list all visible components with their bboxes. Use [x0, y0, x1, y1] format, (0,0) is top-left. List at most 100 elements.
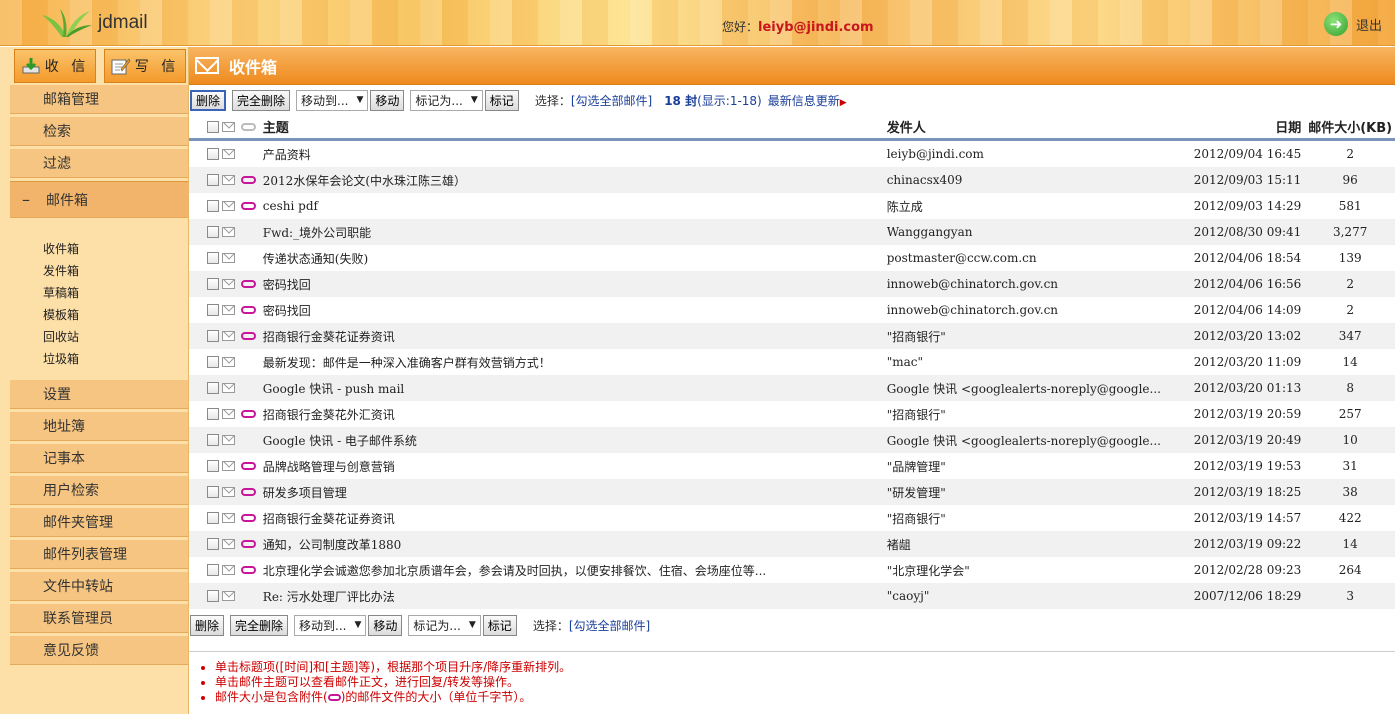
row-checkbox[interactable] [206, 538, 219, 550]
row-subject[interactable]: 传递状态通知(失败) [259, 250, 887, 267]
column-size[interactable]: 邮件大小(KB) [1305, 117, 1395, 136]
table-row[interactable]: 2012水保年会论文(中水珠江陈三雄） chinacsx409 2012/09/03… [189, 167, 1395, 193]
refresh-link[interactable]: 最新信息更新▶ [768, 92, 847, 109]
sidebar-item-address-book[interactable]: 地址簿 [10, 412, 188, 441]
receive-button[interactable]: 收 信 [14, 49, 96, 83]
table-row[interactable]: 最新发现：邮件是一种深入准确客户群有效营销方式！ "mac" 2012/03/20 … [189, 349, 1395, 375]
row-checkbox[interactable] [206, 252, 219, 264]
mailboxes-label: 邮件箱 [46, 192, 88, 209]
folder-sent[interactable]: 发件箱 [43, 260, 188, 282]
row-checkbox[interactable] [206, 434, 219, 446]
row-checkbox[interactable] [206, 408, 219, 420]
row-subject[interactable]: 招商银行金葵花证券资讯 [259, 510, 887, 527]
move-to-select[interactable]: 移动到... ▼ [296, 89, 369, 111]
table-row[interactable]: 密码找回 innoweb@chinatorch.gov.cn 2012/04/06 … [189, 271, 1395, 297]
row-subject[interactable]: Google 快讯 - push mail [259, 380, 887, 397]
sidebar-item-folder-admin[interactable]: 邮件夹管理 [10, 508, 188, 537]
row-checkbox[interactable] [206, 174, 219, 186]
column-subject[interactable]: 主题 [259, 117, 887, 136]
sidebar-item-contact-admin[interactable]: 联系管理员 [10, 604, 188, 633]
row-subject[interactable]: Re: 污水处理厂评比办法 [259, 588, 887, 605]
row-subject[interactable]: 招商银行金葵花外汇资讯 [259, 406, 887, 423]
table-row[interactable]: 产品资料 leiyb@jindi.com 2012/09/04 16:45 2 [189, 141, 1395, 167]
row-subject[interactable]: Fwd:_境外公司职能 [259, 224, 887, 241]
row-checkbox[interactable] [206, 304, 219, 316]
move-button-bottom[interactable]: 移动 [368, 614, 403, 636]
column-from[interactable]: 发件人 [887, 117, 1176, 136]
delete-button-bottom[interactable]: 删除 [190, 614, 225, 636]
sidebar-item-search[interactable]: 检索 [10, 117, 188, 146]
sidebar-item-notepad[interactable]: 记事本 [10, 444, 188, 473]
sidebar-item-filter[interactable]: 过滤 [10, 149, 188, 178]
row-subject[interactable]: 品牌战略管理与创意营销 [259, 458, 887, 475]
sidebar-item-feedback[interactable]: 意见反馈 [10, 636, 188, 665]
row-subject[interactable]: 产品资料 [259, 146, 887, 163]
attachment-icon [241, 176, 257, 184]
select-all-checkbox[interactable] [206, 120, 219, 133]
table-row[interactable]: 招商银行金葵花证券资讯 "招商银行" 2012/03/20 13:02 347 [189, 323, 1395, 349]
folder-trash[interactable]: 回收站 [43, 326, 188, 348]
row-checkbox[interactable] [206, 200, 219, 212]
table-row[interactable]: 招商银行金葵花证券资讯 "招商银行" 2012/03/19 14:57 422 [189, 505, 1395, 531]
row-subject[interactable]: 招商银行金葵花证券资讯 [259, 328, 887, 345]
row-checkbox[interactable] [206, 330, 219, 342]
delete-all-button[interactable]: 完全删除 [232, 89, 291, 111]
move-button[interactable]: 移动 [370, 89, 405, 111]
row-checkbox[interactable] [206, 356, 219, 368]
note-size-part2: 的邮件文件的大小（单位千字节）。 [345, 690, 532, 704]
table-row[interactable]: Google 快讯 - 电子邮件系统 Google 快讯 <googlealert… [189, 427, 1395, 453]
table-row[interactable]: 研发多项目管理 "研发管理" 2012/03/19 18:25 38 [189, 479, 1395, 505]
delete-button[interactable]: 删除 [190, 89, 227, 111]
mark-button[interactable]: 标记 [484, 89, 519, 111]
row-subject[interactable]: 密码找回 [259, 302, 887, 319]
table-row[interactable]: ceshi pdf 陈立成 2012/09/03 14:29 581 [189, 193, 1395, 219]
row-subject[interactable]: ceshi pdf [259, 199, 887, 213]
folder-inbox[interactable]: 收件箱 [43, 238, 188, 260]
sidebar-item-settings[interactable]: 设置 [10, 380, 188, 409]
folder-spam[interactable]: 垃圾箱 [43, 348, 188, 370]
sidebar-item-mailing-list[interactable]: 邮件列表管理 [10, 540, 188, 569]
mark-as-select-bottom[interactable]: 标记为... ▼ [408, 614, 481, 636]
row-subject[interactable]: 通知，公司制度改革1880 [259, 536, 887, 553]
delete-all-button-bottom[interactable]: 完全删除 [230, 614, 289, 636]
sidebar-item-file-transfer[interactable]: 文件中转站 [10, 572, 188, 601]
folder-drafts[interactable]: 草稿箱 [43, 282, 188, 304]
logout-button[interactable]: ➜ 退出 [1324, 12, 1382, 36]
row-checkbox[interactable] [206, 148, 219, 160]
column-date[interactable]: 日期 [1176, 117, 1306, 136]
mail-range: (显示:1-18) [697, 93, 762, 108]
mark-button-bottom[interactable]: 标记 [482, 614, 517, 636]
row-checkbox[interactable] [206, 226, 219, 238]
row-subject[interactable]: 密码找回 [259, 276, 887, 293]
select-all-link[interactable]: [勾选全部邮件] [571, 92, 652, 109]
table-row[interactable]: 传递状态通知(失败) postmaster@ccw.com.cn 2012/04/0… [189, 245, 1395, 271]
table-row[interactable]: 招商银行金葵花外汇资讯 "招商银行" 2012/03/19 20:59 257 [189, 401, 1395, 427]
folder-templates[interactable]: 模板箱 [43, 304, 188, 326]
table-row[interactable]: Fwd:_境外公司职能 Wanggangyan 2012/08/30 09:41 3,… [189, 219, 1395, 245]
table-row[interactable]: 密码找回 innoweb@chinatorch.gov.cn 2012/04/06 … [189, 297, 1395, 323]
row-checkbox[interactable] [206, 512, 219, 524]
row-checkbox[interactable] [206, 564, 219, 576]
sidebar-item-mailboxes[interactable]: – 邮件箱 [10, 181, 188, 218]
row-subject[interactable]: 2012水保年会论文(中水珠江陈三雄） [259, 172, 887, 189]
compose-button[interactable]: 写 信 [104, 49, 186, 83]
table-row[interactable]: 北京理化学会诚邀您参加北京质谱年会，参会请及时回执，以便安排餐饮、住宿、会场座位… [189, 557, 1395, 583]
table-row[interactable]: Google 快讯 - push mail Google 快讯 <googleal… [189, 375, 1395, 401]
table-row[interactable]: 品牌战略管理与创意营销 "品牌管理" 2012/03/19 19:53 31 [189, 453, 1395, 479]
table-row[interactable]: 通知，公司制度改革1880 褚龃 2012/03/19 09:22 14 [189, 531, 1395, 557]
sidebar-item-user-search[interactable]: 用户检索 [10, 476, 188, 505]
mark-as-select[interactable]: 标记为... ▼ [410, 89, 483, 111]
row-subject[interactable]: 研发多项目管理 [259, 484, 887, 501]
row-subject[interactable]: 最新发现：邮件是一种深入准确客户群有效营销方式！ [259, 354, 887, 371]
row-subject[interactable]: Google 快讯 - 电子邮件系统 [259, 432, 887, 449]
row-checkbox[interactable] [206, 590, 219, 602]
table-row[interactable]: Re: 污水处理厂评比办法 "caoyj" 2007/12/06 18:29 3 [189, 583, 1395, 609]
row-checkbox[interactable] [206, 460, 219, 472]
row-subject[interactable]: 北京理化学会诚邀您参加北京质谱年会，参会请及时回执，以便安排餐饮、住宿、会场座位… [259, 562, 887, 579]
move-to-select-bottom[interactable]: 移动到... ▼ [294, 614, 367, 636]
row-checkbox[interactable] [206, 486, 219, 498]
row-checkbox[interactable] [206, 278, 219, 290]
select-all-link-bottom[interactable]: [勾选全部邮件] [569, 617, 650, 634]
row-checkbox[interactable] [206, 382, 219, 394]
sidebar-item-mailbox-admin[interactable]: 邮箱管理 [10, 85, 188, 114]
